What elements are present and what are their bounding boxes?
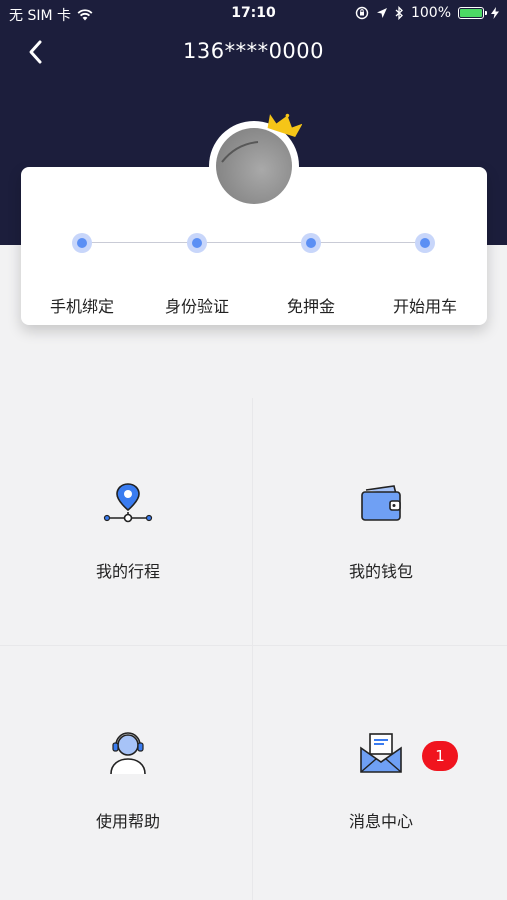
crown-icon	[267, 113, 302, 137]
step-label-ride[interactable]: 开始用车	[370, 293, 480, 317]
wallet-icon	[361, 485, 401, 521]
menu-item-trips[interactable]: 我的行程	[4, 398, 252, 644]
support-agent-icon	[110, 732, 146, 775]
menu-grid: 我的行程 我的钱包 使用帮助 消息中心	[0, 398, 507, 900]
menu-label-trips: 我的行程	[95, 562, 160, 581]
step-label-deposit[interactable]: 免押金	[256, 293, 366, 317]
bluetooth-icon	[395, 6, 403, 20]
step-dot-ride	[415, 233, 435, 253]
menu-item-help[interactable]: 使用帮助	[4, 648, 252, 894]
menu-item-messages[interactable]: 消息中心	[257, 648, 505, 894]
charging-bolt-icon	[491, 7, 499, 19]
step-label-phone[interactable]: 手机绑定	[27, 293, 137, 317]
unread-badge: 1	[422, 741, 458, 771]
battery-icon	[458, 7, 487, 19]
rotation-lock-icon	[355, 6, 369, 20]
nav-bar: 136****0000	[0, 30, 507, 74]
battery-percent: 100%	[410, 5, 451, 21]
step-dot-phone	[72, 233, 92, 253]
avatar[interactable]	[216, 128, 292, 204]
menu-label-messages: 消息中心	[348, 812, 413, 831]
steps-connector	[83, 242, 425, 243]
step-label-identity[interactable]: 身份验证	[142, 293, 252, 317]
battery-level	[460, 9, 482, 17]
step-dot-deposit	[301, 233, 321, 253]
menu-label-wallet: 我的钱包	[348, 562, 413, 581]
envelope-icon	[360, 733, 402, 773]
step-dot-identity	[187, 233, 207, 253]
status-bar: 无 SIM 卡 17:10 100%	[0, 0, 507, 28]
location-arrow-icon	[376, 8, 387, 18]
menu-label-help: 使用帮助	[95, 812, 160, 831]
page-title: 136****0000	[182, 39, 325, 63]
menu-item-wallet[interactable]: 我的钱包	[257, 398, 505, 644]
route-pin-icon	[103, 483, 153, 523]
